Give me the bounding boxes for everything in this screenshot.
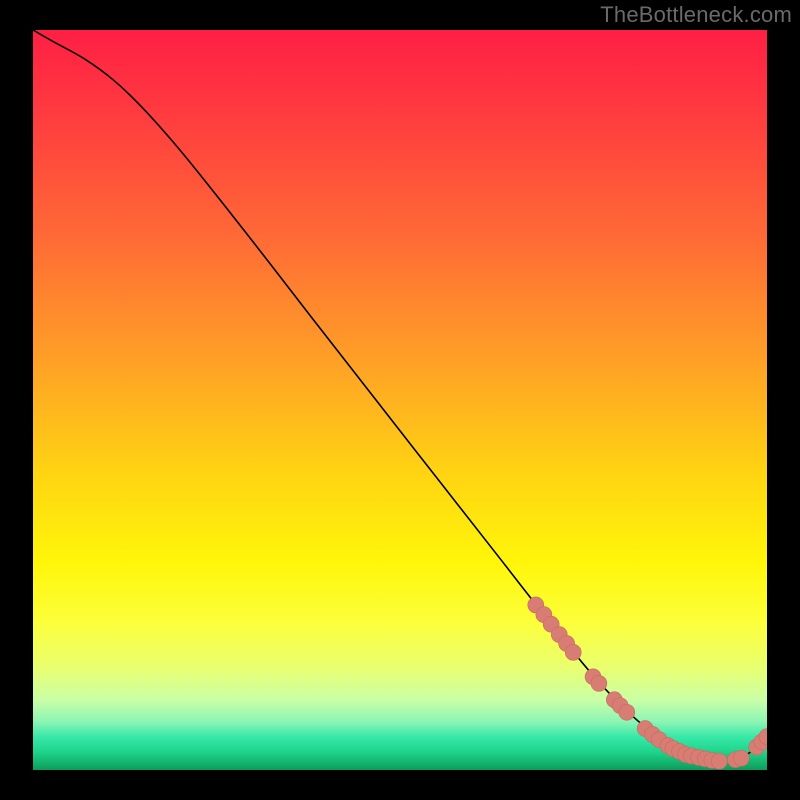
chart-svg xyxy=(33,30,767,770)
gradient-background xyxy=(33,30,767,770)
curve-marker xyxy=(591,675,607,691)
curve-marker xyxy=(733,750,749,766)
curve-marker xyxy=(619,704,635,720)
watermark-label: TheBottleneck.com xyxy=(600,2,792,28)
curve-marker xyxy=(711,753,727,769)
curve-marker xyxy=(565,644,581,660)
chart-plot-area xyxy=(33,30,767,770)
chart-frame: TheBottleneck.com xyxy=(0,0,800,800)
